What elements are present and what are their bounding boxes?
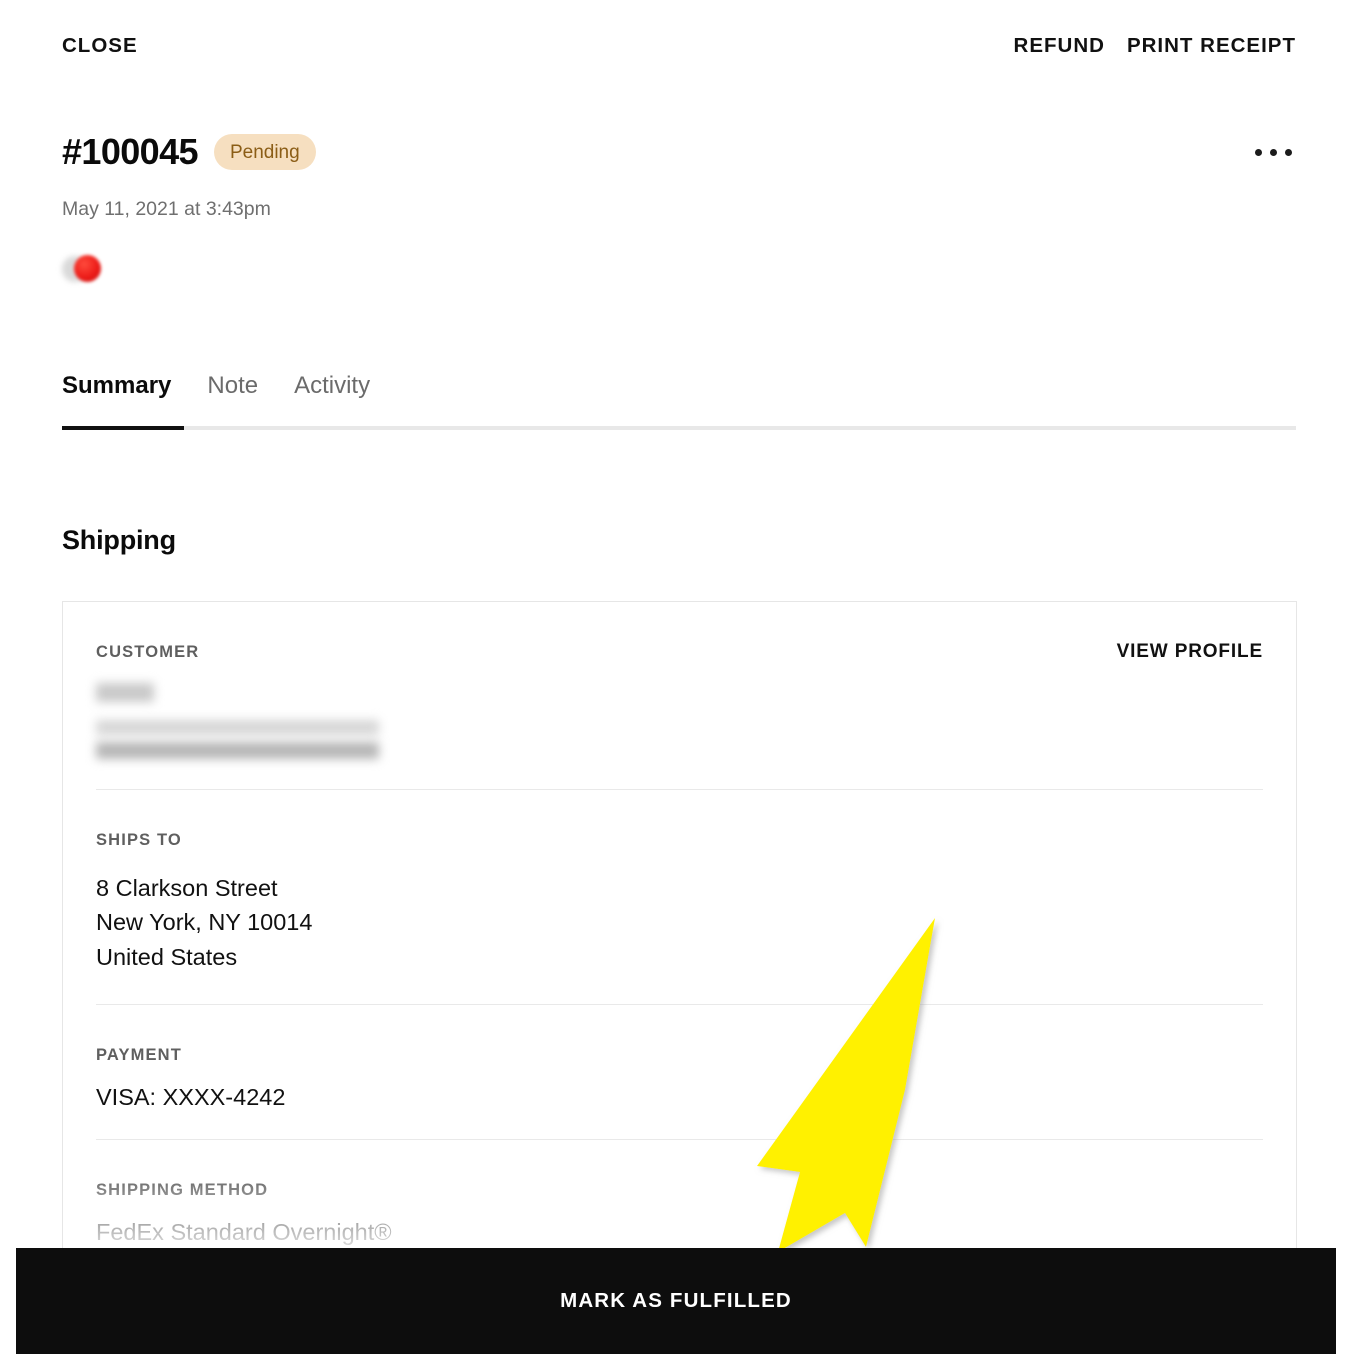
mark-as-fulfilled-button[interactable]: MARK AS FULFILLED <box>16 1248 1336 1354</box>
tab-active-indicator <box>62 426 184 430</box>
top-action-bar-left: CLOSE <box>62 35 138 57</box>
shipping-method-value: FedEx Standard Overnight® <box>96 1218 392 1245</box>
order-date: May 11, 2021 at 3:43pm <box>62 198 271 220</box>
payment-value: VISA: XXXX-4242 <box>96 1083 286 1110</box>
payment-label: PAYMENT <box>96 1046 182 1065</box>
kebab-dot <box>1285 148 1292 156</box>
order-title-group: #100045 Pending <box>62 134 316 170</box>
tab-summary[interactable]: Summary <box>62 374 171 400</box>
status-badge: Pending <box>213 134 316 170</box>
shipping-method-block: SHIPPING METHOD FedEx Standard Overnight… <box>96 1140 1263 1260</box>
ships-to-block: SHIPS TO 8 Clarkson Street New York, NY … <box>96 790 1263 1004</box>
shipping-card-inner: CUSTOMER VIEW PROFILE SHIPS TO 8 Clarkso… <box>63 602 1296 1260</box>
address-line-2: New York, NY 10014 <box>96 909 313 936</box>
address-line-1: 8 Clarkson Street <box>96 874 278 901</box>
close-button[interactable]: CLOSE <box>62 35 138 57</box>
tab-bar: Summary Note Activity <box>0 352 1352 430</box>
redacted-email-bar-top <box>96 720 379 735</box>
ships-to-label: SHIPS TO <box>96 831 182 849</box>
payment-block: PAYMENT VISA: XXXX-4242 <box>96 1005 1263 1139</box>
customer-block: CUSTOMER VIEW PROFILE <box>96 602 1263 789</box>
mark-as-fulfilled-label: MARK AS FULFILLED <box>560 1288 792 1312</box>
redacted-name-bar <box>96 683 154 702</box>
top-action-bar: CLOSE REFUND PRINT RECEIPT <box>0 0 1352 92</box>
tab-list: Summary Note Activity <box>62 352 1296 400</box>
address-line-3: United States <box>96 943 238 970</box>
top-action-bar-right: REFUND PRINT RECEIPT <box>1014 35 1296 57</box>
ships-to-address: 8 Clarkson Street New York, NY 10014 Uni… <box>96 871 1263 975</box>
tab-underline-track <box>62 426 1296 430</box>
order-title-row: #100045 Pending <box>62 122 1296 182</box>
redacted-avatar <box>62 252 108 288</box>
customer-header: CUSTOMER VIEW PROFILE <box>96 642 1263 661</box>
customer-label: CUSTOMER <box>96 643 200 661</box>
refund-button[interactable]: REFUND <box>1014 35 1105 57</box>
customer-redacted-details <box>96 683 1263 759</box>
shipping-method-label: SHIPPING METHOD <box>96 1181 269 1200</box>
tab-activity[interactable]: Activity <box>294 374 370 400</box>
print-receipt-button[interactable]: PRINT RECEIPT <box>1127 35 1296 57</box>
order-header: #100045 Pending May 11, 2021 at 3:43pm <box>0 122 1352 288</box>
redacted-email-bar-bottom <box>96 742 379 759</box>
kebab-dot <box>1270 148 1277 156</box>
order-number: #100045 <box>62 131 199 172</box>
kebab-dot <box>1255 148 1262 156</box>
more-options-icon[interactable] <box>1251 139 1296 166</box>
avatar-dot <box>74 254 101 282</box>
section-title-shipping: Shipping <box>62 525 176 555</box>
view-profile-button[interactable]: VIEW PROFILE <box>1117 642 1263 661</box>
shipping-card: CUSTOMER VIEW PROFILE SHIPS TO 8 Clarkso… <box>62 601 1297 1261</box>
tab-note[interactable]: Note <box>207 374 258 400</box>
order-detail-screen: CLOSE REFUND PRINT RECEIPT #100045 Pendi… <box>0 0 1352 1370</box>
